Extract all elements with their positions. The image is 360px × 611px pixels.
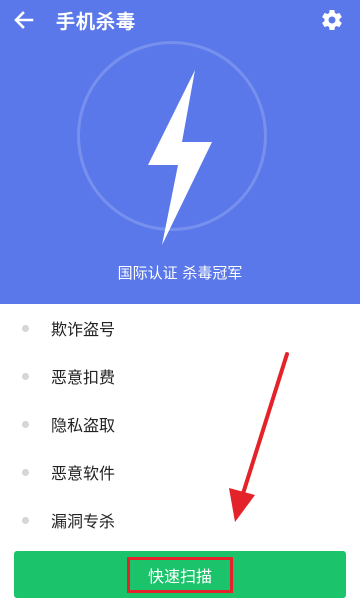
feature-label: 恶意软件 [51,464,116,483]
quick-scan-button[interactable]: 快速扫描 [14,551,346,598]
back-arrow-icon [14,11,34,29]
bullet-dot [22,372,29,380]
feature-label: 漏洞专杀 [51,512,116,531]
back-button[interactable] [10,6,38,34]
lightning-bolt-icon [148,70,212,245]
scan-button-label: 快速扫描 [147,566,212,586]
bullet-dot [22,468,29,476]
feature-label: 隐私盗取 [51,416,116,435]
top-bar: 手机杀毒 [0,0,360,40]
certification-caption: 国际认证 杀毒冠军 [117,264,243,282]
hero-panel: 手机杀毒 国际认证 杀毒冠军 [0,0,360,304]
bullet-dot [22,420,29,428]
bullet-dot [22,516,29,524]
highlight-box: 快速扫描 [126,556,233,593]
list-item: 恶意扣费 [0,352,360,400]
list-item: 欺诈盗号 [0,304,360,352]
gear-icon [322,10,342,31]
feature-label: 欺诈盗号 [51,320,116,339]
list-item: 恶意软件 [0,448,360,496]
feature-list: 欺诈盗号 恶意扣费 隐私盗取 恶意软件 漏洞专杀 [0,304,360,544]
list-item: 隐私盗取 [0,400,360,448]
settings-button[interactable] [318,6,346,34]
list-item: 漏洞专杀 [0,496,360,544]
feature-label: 恶意扣费 [51,368,116,387]
bullet-dot [22,324,29,332]
page-title: 手机杀毒 [56,11,137,33]
